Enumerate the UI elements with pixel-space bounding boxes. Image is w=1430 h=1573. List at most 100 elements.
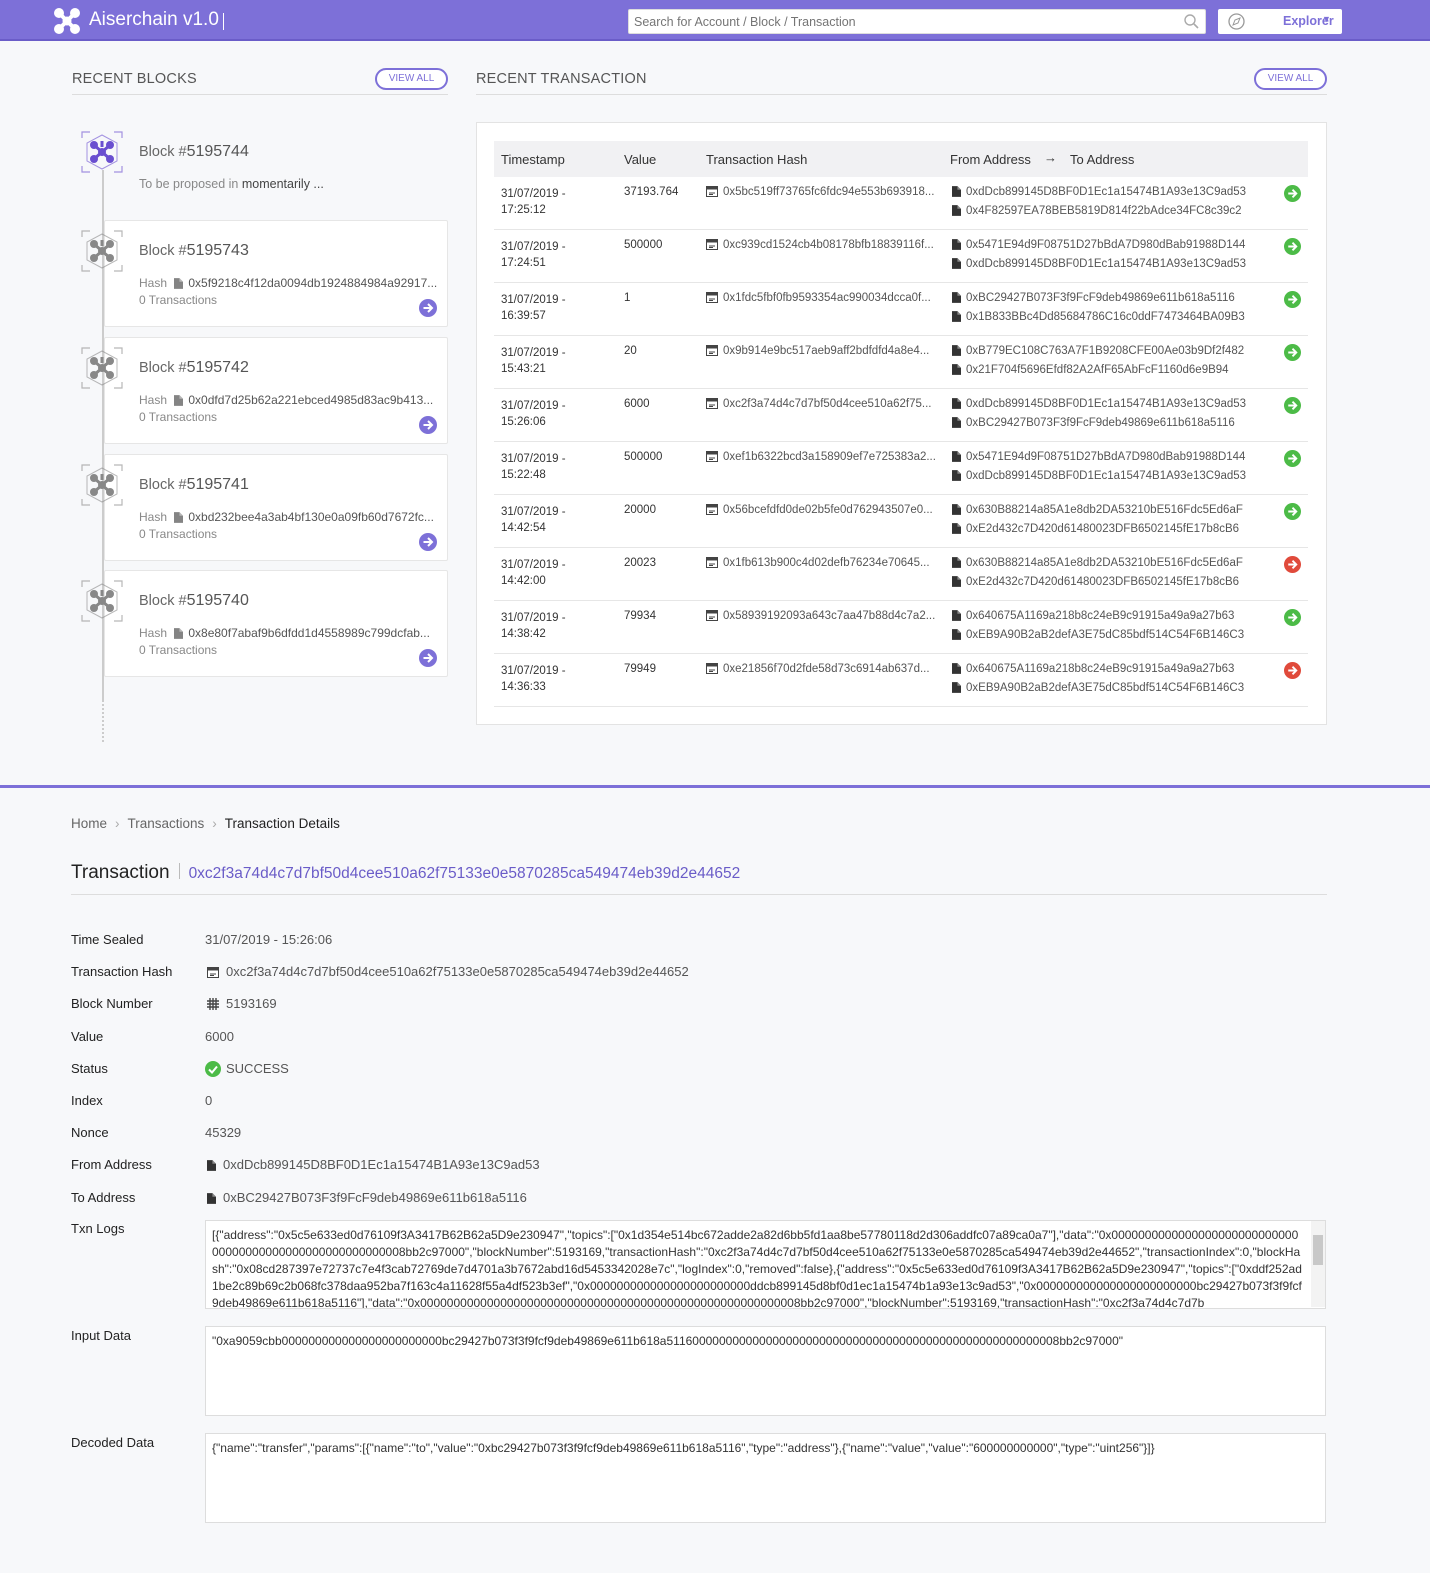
to-address[interactable]: 0xE2d432c7D420d61480023DFB6502145fE17b8c… bbox=[966, 576, 1239, 588]
to-address[interactable]: 0x1B833BBc4Dd85684786C16c0ddF7473464BA09… bbox=[966, 311, 1245, 323]
table-row[interactable]: 31/07/2019 - 14:42:54 20000 0x56bcefdfd0d… bbox=[494, 495, 1308, 548]
view-all-transactions-button[interactable]: VIEW ALL bbox=[1254, 68, 1327, 90]
arrow-circle-right-icon[interactable] bbox=[1284, 291, 1301, 308]
txn-logs-textarea[interactable]: [{"address":"0x5c5e633ed0d76109f3A3417B6… bbox=[205, 1220, 1326, 1309]
from-address[interactable]: 0x5471E94d9F08751D27bBdA7D980dBab91988D1… bbox=[966, 451, 1245, 463]
block-title[interactable]: Block #5195740 bbox=[139, 592, 249, 610]
hash-value[interactable]: 0xbd232bee4a3ab4bf130e0a09fb60d7672fc... bbox=[188, 510, 434, 524]
decoded-data-textarea[interactable]: {"name":"transfer","params":[{"name":"to… bbox=[205, 1433, 1326, 1523]
block-title[interactable]: Block #5195742 bbox=[139, 359, 249, 377]
to-address[interactable]: 0x21F704f5696Efdf82A2AfF65AbFcF1160d6e9B… bbox=[966, 364, 1229, 376]
transaction-hash[interactable]: 0x5bc519ff73765fc6fdc94e553b693918... bbox=[723, 186, 934, 198]
from-address[interactable]: 0xdDcb899145D8BF0D1Ec1a15474B1A93e13C9ad… bbox=[966, 186, 1246, 198]
transaction-hash[interactable]: 0xc2f3a74d4c7d7bf50d4cee510a62f75... bbox=[723, 398, 931, 410]
arrow-circle-right-icon[interactable] bbox=[419, 416, 437, 434]
transaction-hash-icon bbox=[706, 451, 718, 462]
table-row[interactable]: 31/07/2019 - 16:39:57 1 0x1fdc5fbf0fb9593… bbox=[494, 283, 1308, 336]
search-input[interactable] bbox=[629, 10, 1169, 33]
transaction-hash[interactable]: 0x1fb613b900c4d02defb76234e70645... bbox=[723, 557, 930, 569]
to-value[interactable]: 0xBC29427B073F3f9FcF9deb49869e611b618a51… bbox=[223, 1190, 527, 1205]
arrow-circle-right-icon[interactable] bbox=[1284, 238, 1301, 255]
block-number-value[interactable]: 5193169 bbox=[226, 996, 277, 1011]
from-address[interactable]: 0x630B88214a85A1e8db2DA53210bE516Fdc5Ed6… bbox=[966, 557, 1243, 569]
date: 31/07/2019 - bbox=[501, 612, 566, 624]
arrow-circle-right-icon[interactable] bbox=[419, 299, 437, 317]
aiserchain-logo-icon[interactable] bbox=[53, 7, 81, 35]
transaction-hash[interactable]: 0xef1b6322bcd3a158909ef7e725383a2... bbox=[723, 451, 936, 463]
from-address[interactable]: 0x630B88214a85A1e8db2DA53210bE516Fdc5Ed6… bbox=[966, 504, 1243, 516]
arrow-circle-right-icon[interactable] bbox=[1284, 556, 1301, 573]
arrow-circle-right-icon[interactable] bbox=[1284, 662, 1301, 679]
transaction-hash[interactable]: 0x1fdc5fbf0fb9593354ac990034dcca0f... bbox=[723, 292, 931, 304]
txn-logs-scrollbar[interactable] bbox=[1311, 1221, 1325, 1307]
hash-value[interactable]: 0x8e80f7abaf9b6dfdd1d4558989c799dcfab... bbox=[188, 626, 430, 640]
file-icon bbox=[174, 512, 183, 523]
block-card[interactable] bbox=[104, 454, 448, 561]
transaction-hash[interactable]: 0x9b914e9bc517aeb9aff2bdfdfd4a8e4... bbox=[723, 345, 929, 357]
table-row[interactable]: 31/07/2019 - 17:24:51 500000 0xc939cd1524… bbox=[494, 230, 1308, 283]
to-address[interactable]: 0xEB9A90B2aB2defA3E75dC85bdf514C54F6B146… bbox=[966, 629, 1244, 641]
transaction-hash[interactable]: 0xc939cd1524cb4b08178bfb18839116f... bbox=[723, 239, 934, 251]
arrow-circle-right-icon[interactable] bbox=[1284, 503, 1301, 520]
to-address[interactable]: 0xBC29427B073F3f9FcF9deb49869e611b618a51… bbox=[966, 417, 1235, 429]
arrow-circle-right-icon[interactable] bbox=[1284, 185, 1301, 202]
top-navbar: Aiserchain v1.0 Explorer ▼ bbox=[0, 0, 1430, 41]
transaction-hash[interactable]: 0xe21856f70d2fde58d73c6914ab637d... bbox=[723, 663, 930, 675]
tx-hash-value[interactable]: 0xc2f3a74d4c7d7bf50d4cee510a62f75133e0e5… bbox=[226, 964, 689, 979]
hash-value[interactable]: 0x0dfd7d25b62a221ebced4985d83ac9b413... bbox=[188, 393, 433, 407]
to-address[interactable]: 0x4F82597EA78BEB5819D814f22bAdce34FC8c39… bbox=[966, 205, 1242, 217]
from-address[interactable]: 0xB779EC108C763A7F1B9208CFE00Ae03b9Df2f4… bbox=[966, 345, 1244, 357]
block-card[interactable] bbox=[104, 337, 448, 444]
table-row[interactable]: 31/07/2019 - 15:22:48 500000 0xef1b6322bc… bbox=[494, 442, 1308, 495]
from-address[interactable]: 0x640675A1169a218b8c24eB9c91915a49a9a27b… bbox=[966, 610, 1234, 622]
to-address[interactable]: 0xdDcb899145D8BF0D1Ec1a15474B1A93e13C9ad… bbox=[966, 470, 1246, 482]
to-address[interactable]: 0xEB9A90B2aB2defA3E75dC85bdf514C54F6B146… bbox=[966, 682, 1244, 694]
table-row[interactable]: 31/07/2019 - 15:43:21 20 0x9b914e9bc517ae… bbox=[494, 336, 1308, 389]
arrow-circle-right-icon[interactable] bbox=[419, 533, 437, 551]
date: 31/07/2019 - bbox=[501, 188, 566, 200]
transaction-hash[interactable]: 0x56bcefdfd0de02b5fe0d762943507e0... bbox=[723, 504, 933, 516]
table-row[interactable]: 31/07/2019 - 17:25:12 37193.764 0x5bc519f… bbox=[494, 177, 1308, 230]
table-row[interactable]: 31/07/2019 - 15:26:06 6000 0xc2f3a74d4c7d… bbox=[494, 389, 1308, 442]
arrow-circle-right-icon[interactable] bbox=[1284, 609, 1301, 626]
search-icon[interactable] bbox=[1184, 14, 1199, 29]
app-title[interactable]: Aiserchain v1.0 bbox=[89, 9, 219, 31]
to-address[interactable]: 0xE2d432c7D420d61480023DFB6502145fE17b8c… bbox=[966, 523, 1239, 535]
proposed-prefix: To be proposed in bbox=[139, 177, 239, 191]
from-address[interactable]: 0xdDcb899145D8BF0D1Ec1a15474B1A93e13C9ad… bbox=[966, 398, 1246, 410]
hash-value[interactable]: 0x5f9218c4f12da0094db1924884984a92917... bbox=[188, 276, 437, 290]
table-row[interactable]: 31/07/2019 - 14:36:33 79949 0xe21856f70d2… bbox=[494, 654, 1308, 707]
transaction-hash[interactable]: 0x58939192093a643c7aa47b88d4c7a2... bbox=[723, 610, 935, 622]
block-tx-count: 0 Transactions bbox=[139, 293, 218, 307]
from-label: From Address bbox=[71, 1157, 152, 1173]
timestamp: 31/07/2019 - 14:42:00 bbox=[501, 557, 566, 589]
pending-block-title[interactable]: Block #5195744 bbox=[139, 143, 249, 161]
arrow-circle-right-icon[interactable] bbox=[419, 649, 437, 667]
date: 31/07/2019 - bbox=[501, 665, 566, 677]
input-data-textarea[interactable]: "0xa9059cbb000000000000000000000000bc294… bbox=[205, 1326, 1326, 1416]
explorer-dropdown[interactable]: Explorer ▼ bbox=[1218, 9, 1342, 34]
breadcrumb-transactions[interactable]: Transactions bbox=[128, 816, 205, 831]
from-address[interactable]: 0xBC29427B073F3f9FcF9deb49869e611b618a51… bbox=[966, 292, 1235, 304]
block-tx-count: 0 Transactions bbox=[139, 527, 218, 541]
arrow-circle-right-icon[interactable] bbox=[1284, 450, 1301, 467]
block-number: 5195740 bbox=[186, 592, 249, 609]
table-row[interactable]: 31/07/2019 - 14:42:00 20023 0x1fb613b900c… bbox=[494, 548, 1308, 601]
to-address[interactable]: 0xdDcb899145D8BF0D1Ec1a15474B1A93e13C9ad… bbox=[966, 258, 1246, 270]
block-hash: Hash 0xbd232bee4a3ab4bf130e0a09fb60d7672… bbox=[139, 510, 434, 524]
table-row[interactable]: 31/07/2019 - 14:38:42 79934 0x58939192093… bbox=[494, 601, 1308, 654]
from-address[interactable]: 0x5471E94d9F08751D27bBdA7D980dBab91988D1… bbox=[966, 239, 1245, 251]
view-all-blocks-button[interactable]: VIEW ALL bbox=[375, 68, 448, 90]
arrow-circle-right-icon[interactable] bbox=[1284, 344, 1301, 361]
input-data-label: Input Data bbox=[71, 1328, 131, 1343]
value: 500000 bbox=[624, 239, 663, 251]
block-title[interactable]: Block #5195743 bbox=[139, 242, 249, 260]
arrow-circle-right-icon[interactable] bbox=[1284, 397, 1301, 414]
from-value[interactable]: 0xdDcb899145D8BF0D1Ec1a15474B1A93e13C9ad… bbox=[223, 1157, 540, 1172]
from-address[interactable]: 0x640675A1169a218b8c24eB9c91915a49a9a27b… bbox=[966, 663, 1234, 675]
time: 14:42:00 bbox=[501, 575, 546, 587]
block-card[interactable] bbox=[104, 570, 448, 677]
block-title[interactable]: Block #5195741 bbox=[139, 476, 249, 494]
breadcrumb-home[interactable]: Home bbox=[71, 816, 107, 831]
block-card[interactable] bbox=[104, 220, 448, 327]
